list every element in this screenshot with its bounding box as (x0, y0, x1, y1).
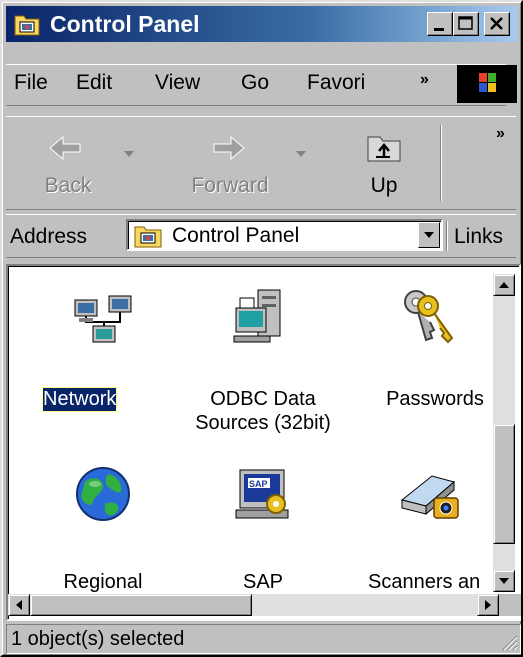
windows-logo (457, 65, 517, 103)
address-bar: Address Control Panel Links (6, 214, 516, 258)
links-separator (446, 221, 448, 251)
status-bar: 1 object(s) selected (6, 624, 521, 654)
item-passwords[interactable]: Passwords (370, 284, 500, 424)
control-panel-icon (14, 15, 40, 36)
menu-overflow-chevron[interactable]: » (420, 71, 429, 89)
title-bar[interactable]: Control Panel (6, 6, 517, 42)
arrow-left-icon (16, 600, 22, 610)
resize-grip-icon[interactable] (500, 633, 518, 651)
forward-label: Forward (191, 174, 269, 197)
back-button[interactable]: Back (28, 117, 108, 209)
back-dropdown-icon[interactable] (123, 149, 135, 159)
address-dropdown-button[interactable] (418, 222, 440, 248)
item-label-line1: ODBC Data (210, 388, 316, 410)
window-title: Control Panel (50, 11, 200, 37)
arrow-right-icon (485, 600, 491, 610)
svg-text:SAP: SAP (249, 479, 268, 489)
network-icon (74, 295, 132, 343)
item-regional-settings[interactable]: Regional (38, 462, 168, 602)
close-icon (490, 17, 503, 30)
item-scanners-and-cameras[interactable]: Scanners an (368, 462, 508, 602)
item-sap[interactable]: SAP SAP (208, 462, 318, 602)
menu-favorites[interactable]: Favori (307, 71, 365, 95)
links-button[interactable]: Links (454, 225, 503, 249)
back-arrow-icon (49, 135, 81, 161)
minimize-icon (434, 28, 444, 31)
toolbar-separator (440, 125, 442, 201)
globe-icon (76, 467, 130, 521)
windows-flag-icon (479, 73, 496, 92)
icon-view[interactable]: Network ODBC Data Sources (32bit) Passwo… (6, 264, 521, 621)
item-label: Regional (63, 571, 143, 593)
scroll-left-button[interactable] (8, 594, 30, 616)
menu-file[interactable]: File (14, 71, 48, 95)
menu-go[interactable]: Go (241, 71, 269, 95)
address-combobox[interactable]: Control Panel (126, 219, 443, 251)
forward-dropdown-icon[interactable] (295, 149, 307, 159)
explorer-window: Control Panel File Edit View Go Favori » (0, 0, 523, 657)
item-label-line2: Sources (32bit) (195, 412, 331, 434)
scroll-right-button[interactable] (477, 594, 499, 616)
horizontal-scrollbar[interactable] (8, 594, 499, 616)
address-label: Address (10, 225, 88, 248)
forward-arrow-icon (213, 135, 245, 161)
arrow-down-icon (499, 578, 509, 584)
forward-button[interactable]: Forward (178, 117, 282, 209)
control-panel-icon (134, 226, 162, 248)
up-folder-icon (367, 136, 401, 162)
scroll-down-button[interactable] (493, 570, 515, 592)
item-label: Scanners an (368, 571, 481, 593)
up-button[interactable]: Up (344, 117, 424, 209)
item-label: SAP (242, 571, 284, 593)
standard-toolbar: Back Forward Up » (6, 116, 516, 210)
scroll-up-button[interactable] (493, 274, 515, 296)
item-odbc-data-sources[interactable]: ODBC Data Sources (32bit) (188, 284, 338, 444)
chevron-down-icon (424, 232, 434, 238)
status-text: 1 object(s) selected (11, 628, 185, 650)
scanner-icon (400, 475, 459, 519)
vertical-scroll-thumb[interactable] (493, 424, 515, 544)
minimize-button[interactable] (427, 12, 453, 36)
scrollbar-corner (499, 594, 521, 616)
up-label: Up (370, 174, 398, 197)
item-label: Network (41, 387, 118, 412)
toolbar-overflow-chevron[interactable]: » (496, 125, 505, 143)
horizontal-scroll-thumb[interactable] (30, 594, 252, 616)
back-label: Back (44, 174, 92, 197)
maximize-icon (458, 16, 473, 30)
maximize-button[interactable] (453, 12, 479, 36)
address-value: Control Panel (172, 224, 300, 247)
close-button[interactable] (484, 12, 510, 36)
odbc-icon (233, 289, 281, 343)
vertical-scrollbar[interactable] (493, 274, 515, 592)
keys-icon (404, 290, 454, 344)
menu-view[interactable]: View (155, 71, 200, 95)
sap-icon: SAP (235, 469, 289, 519)
item-label: Passwords (386, 388, 484, 410)
menu-bar: File Edit View Go Favori » (6, 64, 506, 106)
item-network[interactable]: Network (38, 284, 168, 424)
menu-edit[interactable]: Edit (76, 71, 112, 95)
arrow-up-icon (499, 282, 509, 288)
